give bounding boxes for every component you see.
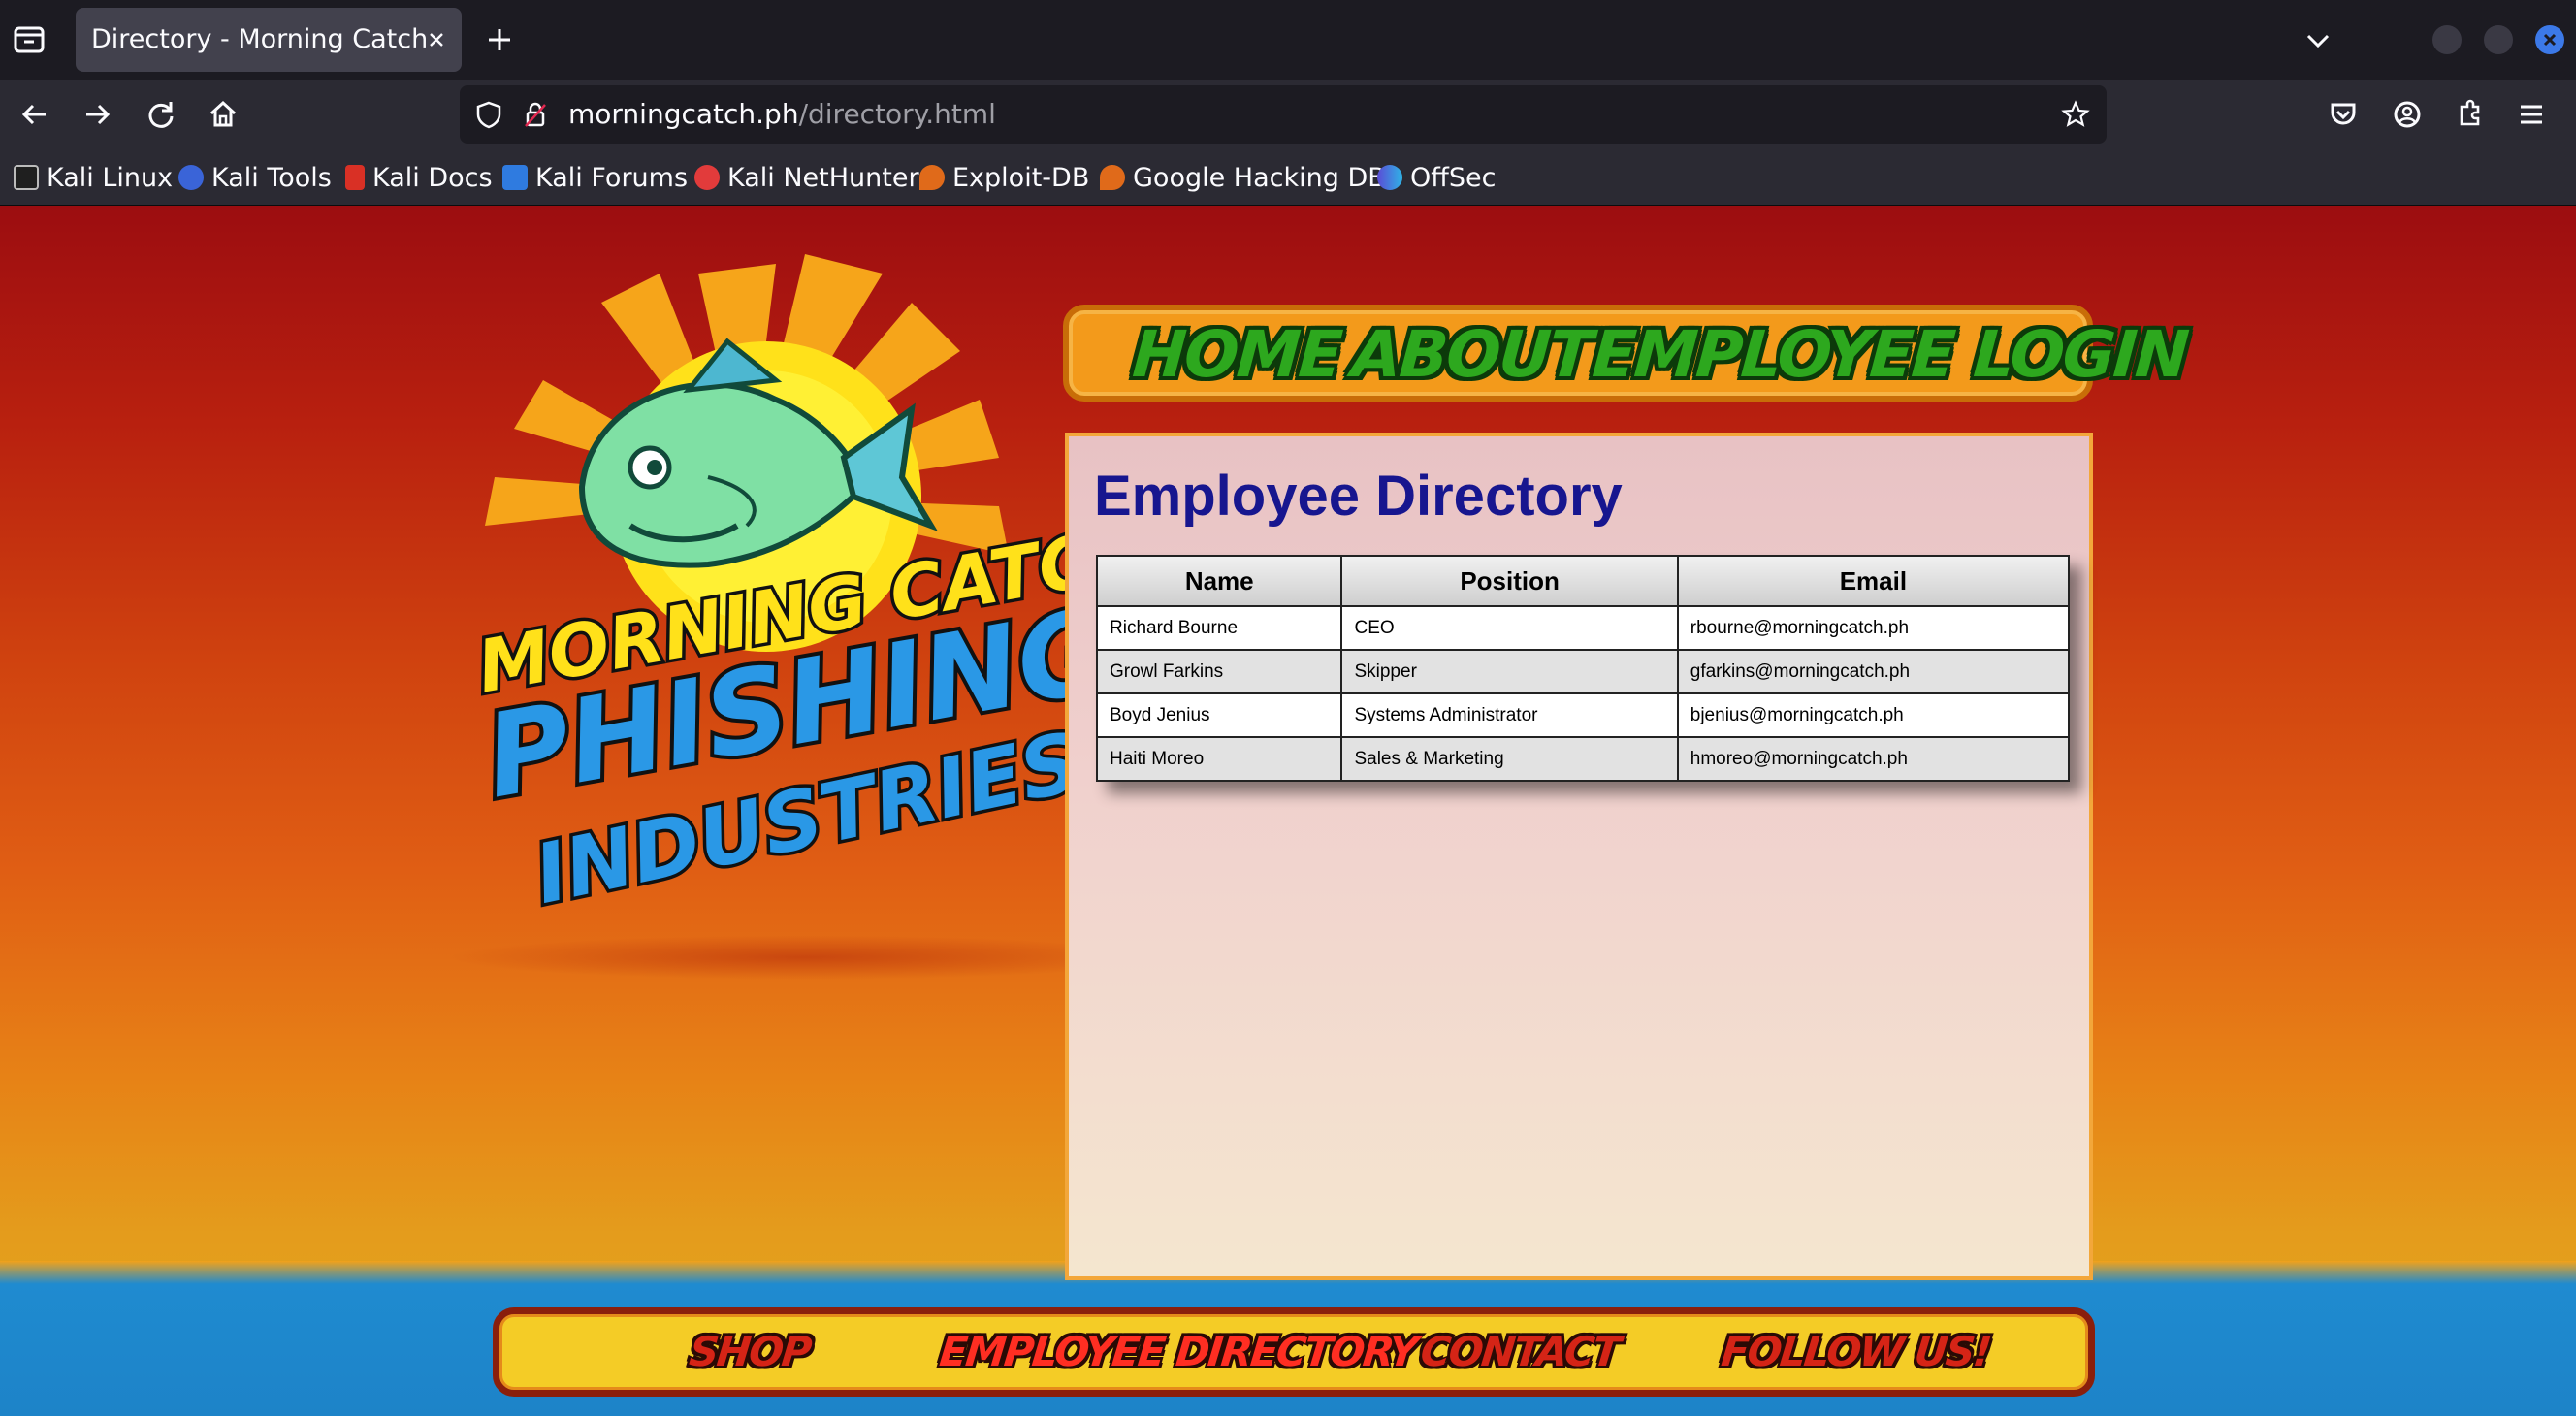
nav-home-link[interactable]: HOME <box>1130 310 1344 400</box>
kali-nethunter-icon <box>694 165 720 190</box>
bookmark-label: Kali Docs <box>372 162 493 193</box>
nav-contact-link[interactable]: CONTACT <box>1417 1314 1623 1390</box>
close-tab-icon[interactable] <box>421 24 452 55</box>
cell-name: Richard Bourne <box>1095 605 1343 651</box>
bookmark-label: Kali Tools <box>211 162 332 193</box>
employee-directory-table: Name Position Email Richard Bourne CEO r… <box>1095 555 2071 782</box>
cell-name: Growl Farkins <box>1095 649 1343 694</box>
cell-email: bjenius@morningcatch.ph <box>1676 692 2071 738</box>
shield-icon[interactable] <box>473 99 504 130</box>
cell-name: Haiti Moreo <box>1095 736 1343 782</box>
nav-follow-us-link[interactable]: FOLLOW US! <box>1718 1314 1994 1390</box>
bookmark-label: Kali Forums <box>535 162 689 193</box>
new-tab-icon[interactable] <box>481 21 518 58</box>
close-icon <box>2543 33 2557 47</box>
bookmark-kali-docs[interactable]: Kali Docs <box>345 149 493 206</box>
bookmark-kali-forums[interactable]: Kali Forums <box>502 149 688 206</box>
nav-employee-login-link[interactable]: EMPLOYEE LOGIN <box>1590 310 2190 400</box>
active-tab[interactable]: Directory - Morning Catch <box>76 8 462 72</box>
morning-catch-logo[interactable]: MORNING CATCH PHISHING INDUSTRIES <box>456 235 1077 933</box>
bookmark-label: Kali Linux <box>47 162 174 193</box>
bookmark-label: Exploit-DB <box>952 162 1090 193</box>
url-bar[interactable]: morningcatch.ph/directory.html <box>460 85 2107 144</box>
table-row: Boyd Jenius Systems Administrator bjeniu… <box>1095 692 2071 738</box>
forward-arrow-icon[interactable] <box>76 93 118 136</box>
home-icon[interactable] <box>202 93 244 136</box>
content-panel: Employee Directory Name Position Email R… <box>1065 433 2093 1280</box>
tab-bar: Directory - Morning Catch <box>0 0 2576 80</box>
close-window-button[interactable] <box>2535 25 2564 54</box>
bookmark-label: Kali NetHunter <box>727 162 919 193</box>
kali-docs-icon <box>345 165 365 190</box>
offsec-icon <box>1377 165 1402 190</box>
kali-tools-icon <box>178 165 204 190</box>
table-row: Growl Farkins Skipper gfarkins@morningca… <box>1095 649 2071 694</box>
reload-icon[interactable] <box>140 93 182 136</box>
chevron-down-icon[interactable] <box>2299 21 2337 60</box>
table-row: Richard Bourne CEO rbourne@morningcatch.… <box>1095 605 2071 651</box>
cloud-shadow <box>446 935 1164 980</box>
bottom-navigation: SHOP EMPLOYEE DIRECTORY CONTACT FOLLOW U… <box>493 1307 2095 1397</box>
bookmark-kali-nethunter[interactable]: Kali NetHunter <box>694 149 919 206</box>
column-header-email: Email <box>1676 555 2071 607</box>
pocket-icon[interactable] <box>2322 93 2365 136</box>
exploit-db-icon <box>919 165 945 190</box>
cell-position: Skipper <box>1340 649 1679 694</box>
bookmark-label: Google Hacking DB <box>1133 162 1386 193</box>
cell-email: gfarkins@morningcatch.ph <box>1676 649 2071 694</box>
nav-shop-link[interactable]: SHOP <box>686 1314 814 1390</box>
extensions-icon[interactable] <box>2448 93 2491 136</box>
kali-forums-icon <box>502 165 528 190</box>
account-icon[interactable] <box>2386 93 2429 136</box>
kali-dragon-icon <box>14 165 39 190</box>
nav-about-link[interactable]: ABOUT <box>1349 310 1594 400</box>
cell-position: Sales & Marketing <box>1340 736 1679 782</box>
table-row: Haiti Moreo Sales & Marketing hmoreo@mor… <box>1095 736 2071 782</box>
column-header-position: Position <box>1340 555 1679 607</box>
ghdb-icon <box>1100 165 1125 190</box>
bookmark-ghdb[interactable]: Google Hacking DB <box>1100 149 1386 206</box>
back-arrow-icon[interactable] <box>14 93 56 136</box>
cell-name: Boyd Jenius <box>1095 692 1343 738</box>
url-host: morningcatch.ph <box>568 98 799 130</box>
web-page: MORNING CATCH PHISHING INDUSTRIES HOME A… <box>0 206 2576 1416</box>
bookmark-star-icon[interactable] <box>2060 99 2091 130</box>
url-path: /directory.html <box>798 98 996 130</box>
maximize-window-button[interactable] <box>2484 25 2513 54</box>
page-title: Employee Directory <box>1094 465 1623 528</box>
table-header-row: Name Position Email <box>1095 555 2071 607</box>
cell-email: hmoreo@morningcatch.ph <box>1676 736 2071 782</box>
tab-title: Directory - Morning Catch <box>91 24 429 54</box>
url-text[interactable]: morningcatch.ph/directory.html <box>568 85 996 144</box>
bookmark-kali-linux[interactable]: Kali Linux <box>14 149 173 206</box>
nav-employee-directory-link[interactable]: EMPLOYEE DIRECTORY <box>936 1314 1420 1390</box>
bookmark-label: OffSec <box>1410 162 1497 193</box>
bookmark-exploit-db[interactable]: Exploit-DB <box>919 149 1089 206</box>
navigation-toolbar: morningcatch.ph/directory.html <box>0 80 2576 149</box>
cell-email: rbourne@morningcatch.ph <box>1676 605 2071 651</box>
bookmark-kali-tools[interactable]: Kali Tools <box>178 149 332 206</box>
cell-position: CEO <box>1340 605 1679 651</box>
bookmark-offsec[interactable]: OffSec <box>1377 149 1496 206</box>
hamburger-menu-icon[interactable] <box>2510 93 2553 136</box>
bookmarks-toolbar: Kali Linux Kali Tools Kali Docs Kali For… <box>0 149 2576 206</box>
insecure-lock-icon[interactable] <box>520 99 551 130</box>
minimize-window-button[interactable] <box>2432 25 2462 54</box>
cell-position: Systems Administrator <box>1340 692 1679 738</box>
firefox-view-icon[interactable] <box>10 19 48 58</box>
top-navigation: HOME ABOUT EMPLOYEE LOGIN <box>1063 305 2190 402</box>
column-header-name: Name <box>1095 555 1343 607</box>
